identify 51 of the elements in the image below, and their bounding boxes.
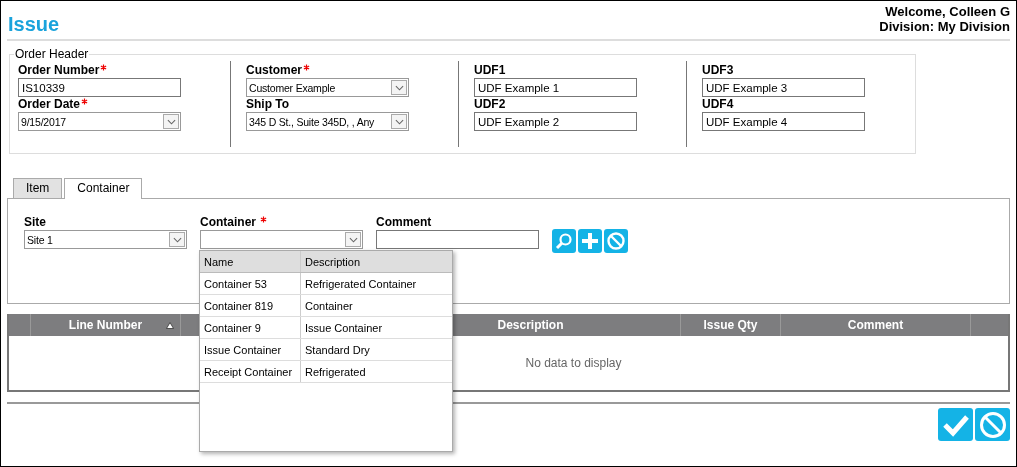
add-button[interactable] (578, 229, 602, 253)
column-header[interactable]: Description (381, 314, 681, 336)
caret-icon[interactable] (169, 232, 185, 247)
field-label: UDF2 (474, 97, 506, 111)
field-label: Container (200, 215, 256, 229)
caret-icon[interactable] (391, 80, 407, 95)
dropdown-field[interactable]: Site 1 (24, 230, 187, 249)
sort-icon[interactable] (166, 322, 174, 329)
welcome-text: Welcome, Colleen G (884, 4, 1010, 19)
column-header[interactable]: Comment (781, 314, 971, 336)
field-label: UDF3 (702, 63, 734, 77)
field-label: Ship To (246, 97, 290, 111)
cancel-button[interactable] (604, 229, 628, 253)
dropdown-field[interactable]: Customer Example (246, 78, 409, 97)
tab[interactable]: Item (13, 178, 63, 198)
field-label: Site (24, 215, 46, 229)
cancel-button[interactable] (975, 408, 1010, 441)
caret-icon[interactable] (345, 232, 361, 247)
column-header[interactable]: Line Number (31, 314, 181, 336)
tab[interactable]: Container (64, 178, 143, 199)
input-field[interactable]: IS10339 (18, 78, 181, 97)
field-label: UDF4 (702, 97, 734, 111)
input-field[interactable]: UDF Example 2 (474, 112, 637, 131)
field-label: Comment (376, 215, 432, 229)
empty-message: No data to display (525, 356, 622, 370)
dropdown-option[interactable]: Container 9 Issue Container (200, 317, 452, 339)
input-field[interactable]: UDF Example 3 (702, 78, 865, 97)
dropdown-field[interactable] (200, 230, 363, 249)
field-label: Order Date (18, 97, 81, 111)
dropdown-option[interactable]: Receipt Container Refrigerated (200, 361, 452, 383)
column-header[interactable]: Issue Qty (681, 314, 781, 336)
dropdown-option[interactable]: Container 819 Container (200, 295, 452, 317)
field-label: Order Number (18, 63, 100, 77)
caret-icon[interactable] (391, 114, 407, 129)
section-legend: Order Header (14, 47, 90, 61)
input-field[interactable] (376, 230, 539, 249)
search-button[interactable] (552, 229, 576, 253)
input-field[interactable]: UDF Example 4 (702, 112, 865, 131)
dropdown-option[interactable]: Container 53 Refrigerated Container (200, 273, 452, 295)
column-header: Description (304, 254, 362, 270)
division-text: Division: My Division (879, 19, 1010, 34)
field-label: Customer (246, 63, 302, 77)
dropdown-option[interactable]: Issue Container Standard Dry (200, 339, 452, 361)
caret-icon[interactable] (163, 114, 179, 129)
dropdown-field[interactable]: 9/15/2017 (18, 112, 181, 131)
dropdown-field[interactable]: 345 D St., Suite 345D, , Any (246, 112, 409, 131)
column-header: Name (200, 251, 301, 272)
page-title: Issue (8, 13, 60, 37)
input-field[interactable]: UDF Example 1 (474, 78, 637, 97)
confirm-button[interactable] (938, 408, 973, 441)
field-label: UDF1 (474, 63, 506, 77)
